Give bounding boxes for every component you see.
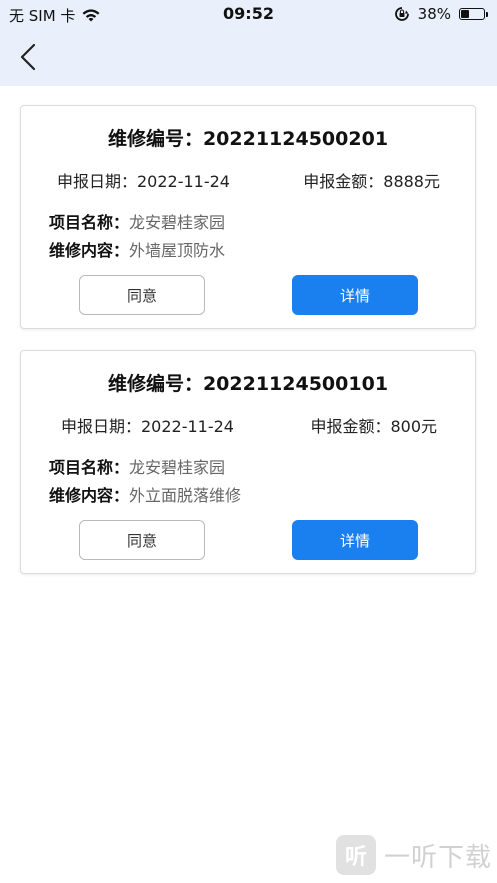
agree-button[interactable]: 同意	[79, 520, 205, 560]
report-amount: 申报金额：800元	[310, 417, 437, 436]
detail-button[interactable]: 详情	[292, 520, 418, 560]
repair-card: 维修编号：20221124500101 申报日期：2022-11-24 申报金额…	[20, 350, 476, 574]
agree-button[interactable]: 同意	[79, 275, 205, 315]
repair-number: 维修编号：20221124500201	[107, 128, 389, 150]
status-bar: 无 SIM 卡 09:52 38%	[0, 0, 497, 30]
repair-number: 维修编号：20221124500101	[107, 373, 389, 395]
orientation-lock-icon	[394, 7, 409, 21]
project-row: 项目名称：龙安碧桂家园	[49, 209, 225, 233]
detail-button[interactable]: 详情	[292, 275, 418, 315]
watermark-logo: 听	[336, 835, 376, 875]
project-value: 龙安碧桂家园	[129, 213, 226, 232]
content-label: 维修内容：	[49, 241, 130, 260]
repair-card: 维修编号：20221124500201 申报日期：2022-11-24 申报金额…	[20, 105, 476, 329]
project-label: 项目名称：	[49, 213, 130, 232]
content-row: 维修内容：外墙屋顶防水	[49, 237, 225, 261]
report-amount: 申报金额：8888元	[303, 172, 440, 191]
top-bar: 无 SIM 卡 09:52 38%	[0, 0, 497, 86]
content-label: 维修内容：	[49, 486, 130, 505]
project-value: 龙安碧桂家园	[129, 458, 226, 477]
chevron-left-icon	[20, 43, 36, 71]
content-row: 维修内容：外立面脱落维修	[49, 482, 241, 506]
project-label: 项目名称：	[49, 458, 130, 477]
status-right: 38%	[394, 5, 488, 23]
report-date: 申报日期：2022-11-24	[57, 172, 230, 191]
watermark-text: 一听下载	[384, 842, 493, 873]
battery-icon	[459, 8, 488, 20]
report-date: 申报日期：2022-11-24	[61, 417, 234, 436]
content-value: 外立面脱落维修	[129, 486, 242, 505]
project-row: 项目名称：龙安碧桂家园	[49, 454, 225, 478]
battery-percent: 38%	[417, 5, 451, 23]
battery-fill	[461, 10, 469, 18]
back-button[interactable]	[14, 40, 44, 74]
content-value: 外墙屋顶防水	[129, 241, 226, 260]
watermark: 听 一听下载	[336, 835, 492, 875]
